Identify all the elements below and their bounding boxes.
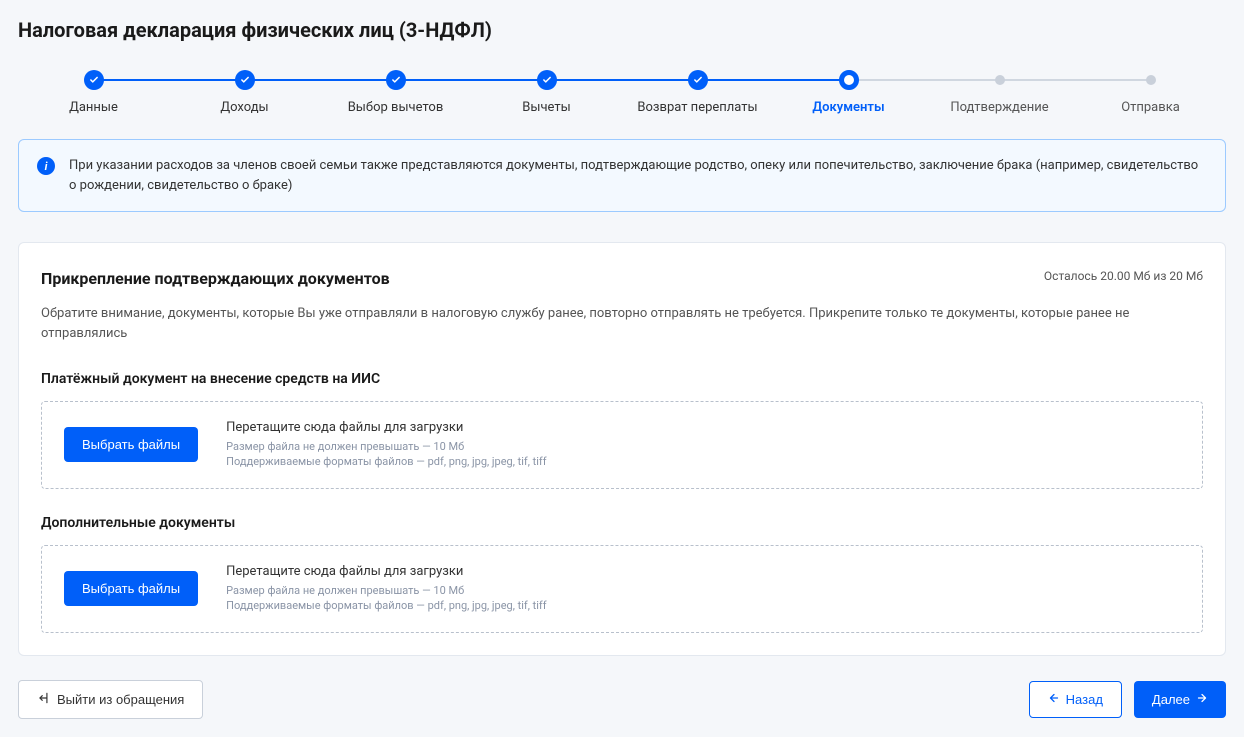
info-banner: i При указании расходов за членов своей … [18, 139, 1226, 212]
step-label: Доходы [220, 100, 268, 115]
choose-files-button[interactable]: Выбрать файлы [64, 571, 198, 606]
step-active-icon [839, 70, 859, 90]
back-label: Назад [1066, 692, 1103, 707]
drop-texts: Перетащите сюда файлы для загрузки Разме… [226, 420, 546, 470]
size-limit: Размер файла не должен превышать — 10 Мб [226, 583, 546, 598]
drag-instruction: Перетащите сюда файлы для загрузки [226, 564, 546, 579]
page-title: Налоговая декларация физических лиц (3-Н… [18, 18, 1226, 42]
step-income[interactable]: Доходы [169, 70, 320, 115]
step-deductions[interactable]: Вычеты [471, 70, 622, 115]
choose-files-button[interactable]: Выбрать файлы [64, 427, 198, 462]
step-label: Вычеты [522, 100, 570, 115]
format-info: Поддерживаемые форматы файлов — pdf, png… [226, 598, 546, 613]
back-button[interactable]: Назад [1029, 681, 1122, 718]
format-info: Поддерживаемые форматы файлов — pdf, png… [226, 454, 546, 469]
footer-bar: Выйти из обращения Назад Далее [18, 680, 1226, 719]
drop-zone[interactable]: Выбрать файлы Перетащите сюда файлы для … [41, 401, 1203, 489]
step-future-icon [995, 75, 1005, 85]
step-label: Подтверждение [950, 100, 1048, 115]
upload-title: Платёжный документ на внесение средств н… [41, 371, 1203, 387]
exit-button[interactable]: Выйти из обращения [18, 680, 203, 719]
next-label: Далее [1152, 692, 1190, 707]
step-confirmation: Подтверждение [924, 70, 1075, 115]
attach-subtext: Обратите внимание, документы, которые Вы… [41, 304, 1203, 343]
step-refund[interactable]: Возврат переплаты [622, 70, 773, 115]
step-label: Возврат переплаты [637, 100, 757, 115]
step-check-icon [537, 70, 557, 90]
step-data[interactable]: Данные [18, 70, 169, 115]
info-text: При указании расходов за членов своей се… [69, 156, 1207, 195]
upload-section-additional: Дополнительные документы Выбрать файлы П… [41, 515, 1203, 633]
step-label: Отправка [1121, 100, 1180, 115]
exit-label: Выйти из обращения [57, 692, 184, 707]
drag-instruction: Перетащите сюда файлы для загрузки [226, 420, 546, 435]
step-check-icon [235, 70, 255, 90]
step-documents[interactable]: Документы [773, 70, 924, 115]
step-future-icon [1146, 75, 1156, 85]
step-check-icon [84, 70, 104, 90]
next-button[interactable]: Далее [1134, 681, 1226, 718]
step-label: Выбор вычетов [348, 100, 444, 115]
stepper: Данные Доходы Выбор вычетов Вычеты Возвр… [18, 70, 1226, 115]
info-icon: i [37, 157, 55, 175]
step-check-icon [688, 70, 708, 90]
attach-title: Прикрепление подтверждающих документов [41, 269, 390, 288]
size-limit: Размер файла не должен превышать — 10 Мб [226, 439, 546, 454]
step-label: Данные [69, 100, 118, 115]
storage-remaining: Осталось 20.00 Мб из 20 Мб [1044, 269, 1203, 283]
step-label: Документы [812, 100, 884, 115]
attach-card: Прикрепление подтверждающих документов О… [18, 242, 1226, 656]
exit-icon [37, 691, 51, 708]
step-check-icon [386, 70, 406, 90]
step-deduction-choice[interactable]: Выбор вычетов [320, 70, 471, 115]
drop-texts: Перетащите сюда файлы для загрузки Разме… [226, 564, 546, 614]
step-send: Отправка [1075, 70, 1226, 115]
arrow-left-icon [1048, 692, 1060, 707]
arrow-right-icon [1196, 692, 1208, 707]
drop-zone[interactable]: Выбрать файлы Перетащите сюда файлы для … [41, 545, 1203, 633]
upload-title: Дополнительные документы [41, 515, 1203, 531]
upload-section-payment: Платёжный документ на внесение средств н… [41, 371, 1203, 489]
